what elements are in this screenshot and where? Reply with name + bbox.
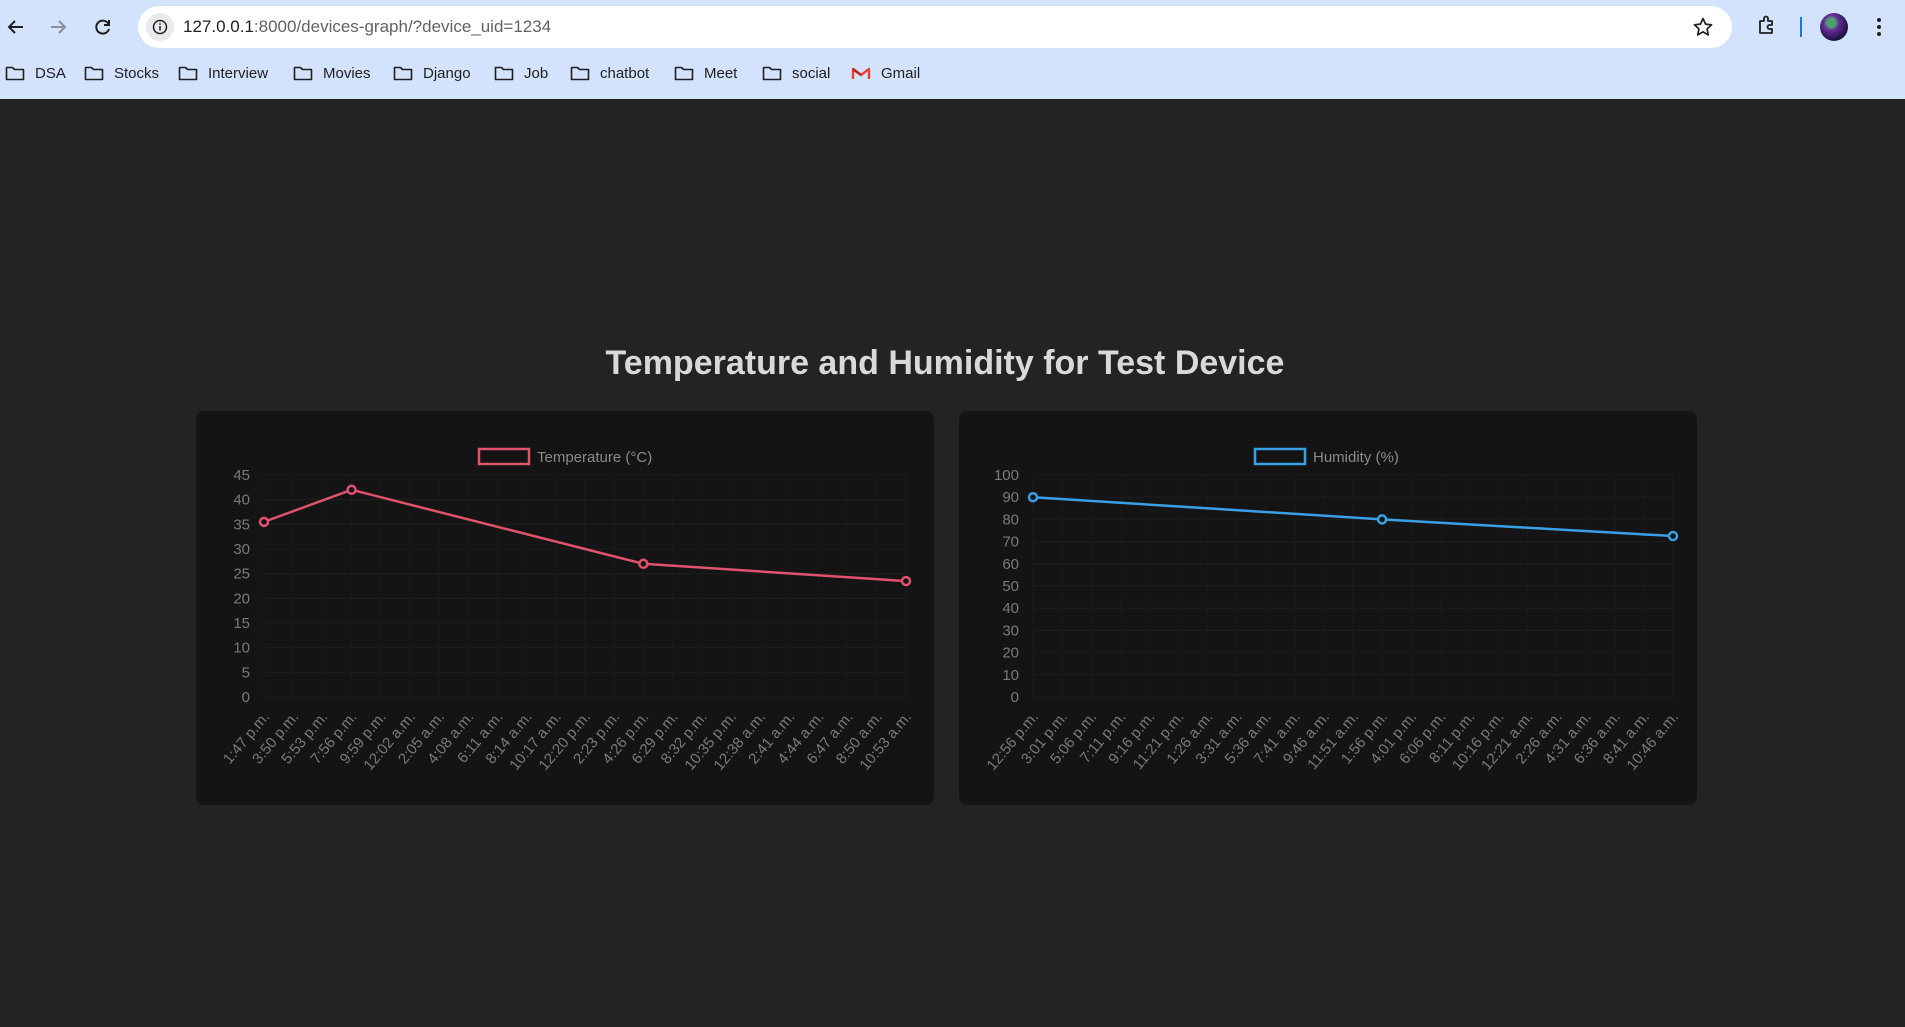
data-point[interactable] — [900, 575, 912, 587]
gmail-icon — [851, 67, 871, 79]
bookmark-item[interactable]: chatbot — [570, 58, 649, 88]
folder-icon — [178, 66, 198, 81]
temperature-chart-card: Temperature (°C) 0 5 10 15 20 25 30 35 40 45 1:47 p… — [196, 411, 934, 805]
y-tick-label: 35 — [233, 516, 250, 533]
more-vertical-icon — [1877, 18, 1881, 36]
url-host: 127.0.0.1 — [183, 17, 254, 36]
y-tick-label: 20 — [233, 590, 250, 607]
grid — [263, 474, 907, 698]
y-tick-label: 0 — [1011, 689, 1019, 706]
back-button[interactable] — [0, 11, 32, 43]
extensions-icon[interactable] — [1754, 13, 1780, 39]
data-point[interactable] — [258, 516, 270, 528]
y-tick-label: 10 — [233, 640, 250, 657]
humidity-chart-card: Humidity (%) 0 10 20 30 40 50 60 70 80 90 100 12:56 … — [959, 411, 1697, 805]
folder-icon — [762, 66, 782, 81]
bookmark-label: Interview — [208, 64, 269, 82]
data-point[interactable] — [638, 558, 649, 570]
bookmark-label: Meet — [704, 64, 738, 82]
y-tick-label: 90 — [1002, 489, 1019, 506]
y-tick-label: 25 — [233, 566, 250, 583]
bookmark-label: Django — [423, 64, 471, 82]
y-tick-label: 10 — [1002, 667, 1019, 684]
folder-icon — [5, 66, 25, 81]
y-tick-label: 80 — [1002, 511, 1019, 528]
folder-icon — [84, 66, 104, 81]
y-tick-label: 60 — [1002, 556, 1019, 573]
y-tick-label: 40 — [233, 492, 250, 509]
folder-icon — [570, 66, 590, 81]
data-point[interactable] — [1667, 530, 1679, 542]
reload-icon — [95, 19, 110, 35]
folder-icon — [393, 66, 413, 81]
legend-label[interactable]: Temperature (°C) — [537, 449, 652, 466]
grid — [1032, 474, 1674, 698]
y-tick-label: 40 — [1002, 600, 1019, 617]
bookmark-item[interactable]: Interview — [178, 58, 268, 88]
y-tick-label: 30 — [233, 541, 250, 558]
more-menu-button[interactable] — [1866, 13, 1892, 41]
bookmark-item[interactable]: social — [762, 58, 830, 88]
y-tick-label: 20 — [1002, 645, 1019, 662]
address-bar[interactable]: 127.0.0.1:8000/devices-graph/?device_uid… — [138, 6, 1732, 48]
temperature-chart: Temperature (°C)0510152025303540451:47 p… — [220, 447, 915, 774]
y-tick-label: 100 — [994, 467, 1019, 484]
bookmark-label: Job — [524, 64, 549, 82]
data-point[interactable] — [346, 484, 357, 496]
legend-label[interactable]: Humidity (%) — [1313, 449, 1399, 466]
data-point[interactable] — [1027, 491, 1039, 503]
profile-avatar[interactable] — [1820, 13, 1848, 41]
bookmark-star-icon[interactable] — [1692, 16, 1714, 38]
bookmark-label: chatbot — [600, 64, 650, 82]
arrow-right-icon — [51, 20, 67, 34]
folder-icon — [674, 66, 694, 81]
bookmark-item[interactable]: Stocks — [84, 58, 159, 88]
bookmarks-bar: DSA Stocks Interview Movies Django Job chatbot… — [0, 58, 1905, 88]
toolbar-divider — [1800, 17, 1802, 37]
arrow-left-icon — [7, 20, 23, 34]
bookmark-label: DSA — [35, 64, 66, 82]
page-title: Temperature and Humidity for Test Device — [605, 344, 1285, 382]
y-tick-label: 30 — [1002, 622, 1019, 639]
url-text[interactable]: 127.0.0.1:8000/devices-graph/?device_uid… — [183, 6, 551, 48]
bookmark-item[interactable]: Gmail — [851, 58, 920, 88]
bookmark-item[interactable]: DSA — [5, 58, 66, 88]
site-info-button[interactable] — [146, 13, 174, 41]
bookmark-label: Movies — [323, 64, 371, 82]
y-tick-label: 45 — [233, 467, 250, 484]
folder-icon — [494, 66, 514, 81]
bookmark-item[interactable]: Movies — [293, 58, 371, 88]
y-tick-label: 5 — [242, 664, 250, 681]
y-tick-label: 15 — [233, 615, 250, 632]
reload-button[interactable] — [87, 11, 119, 43]
browser-chrome: 127.0.0.1:8000/devices-graph/?device_uid… — [0, 0, 1905, 99]
url-path: :8000/devices-graph/?device_uid=1234 — [253, 17, 552, 36]
bookmark-item[interactable]: Django — [393, 58, 471, 88]
forward-button[interactable] — [42, 11, 74, 43]
bookmark-label: Stocks — [114, 64, 160, 82]
info-icon — [152, 19, 168, 35]
bookmark-item[interactable]: Meet — [674, 58, 737, 88]
browser-toolbar: 127.0.0.1:8000/devices-graph/?device_uid… — [0, 0, 1905, 54]
y-tick-label: 70 — [1002, 534, 1019, 551]
y-tick-label: 0 — [242, 689, 250, 706]
y-tick-label: 50 — [1002, 578, 1019, 595]
humidity-chart: Humidity (%)010203040506070809010012:56 … — [983, 447, 1682, 774]
bookmark-label: Gmail — [881, 64, 921, 82]
folder-icon — [293, 66, 313, 81]
legend-swatch[interactable] — [477, 447, 531, 466]
bookmark-item[interactable]: Job — [494, 58, 548, 88]
legend-swatch[interactable] — [1253, 447, 1307, 466]
bookmark-label: social — [792, 64, 831, 82]
data-point[interactable] — [1376, 514, 1388, 525]
